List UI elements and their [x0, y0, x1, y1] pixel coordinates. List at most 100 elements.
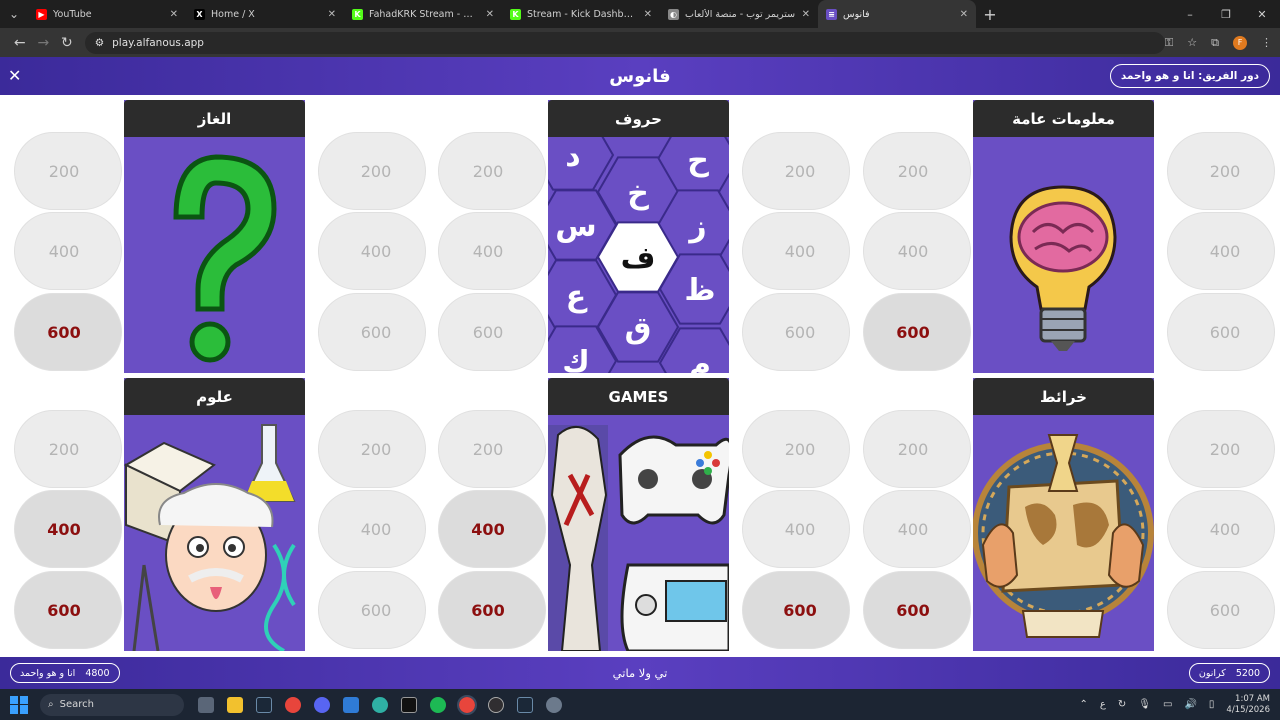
- tab-search-icon[interactable]: ⌄: [0, 0, 28, 28]
- question-left-400[interactable]: 400: [438, 212, 546, 290]
- url-field[interactable]: ⚙ play.alfanous.app: [84, 31, 1165, 54]
- steam-icon-2[interactable]: [517, 696, 533, 713]
- volume-icon[interactable]: 🔊: [1184, 699, 1196, 710]
- question-left-200[interactable]: 200: [863, 410, 971, 488]
- question-right-200[interactable]: 200: [1167, 410, 1275, 488]
- question-left-600[interactable]: 600: [438, 571, 546, 649]
- site-info-icon[interactable]: ⚙: [95, 37, 104, 49]
- reload-icon[interactable]: ↻: [55, 35, 79, 51]
- network-icon[interactable]: ▭: [1163, 699, 1172, 710]
- lightbulb-brain-icon: [973, 137, 1154, 373]
- back-icon[interactable]: ←: [8, 35, 32, 51]
- question-left-200[interactable]: 200: [14, 410, 122, 488]
- file-explorer-icon[interactable]: [227, 696, 243, 713]
- question-right-200[interactable]: 200: [742, 132, 850, 210]
- question-right-200[interactable]: 200: [1167, 132, 1275, 210]
- question-right-600[interactable]: 600: [1167, 571, 1275, 649]
- tab-close-icon[interactable]: ✕: [960, 9, 968, 20]
- obs-icon[interactable]: [488, 696, 504, 713]
- minimize-icon[interactable]: –: [1172, 8, 1208, 21]
- question-left-400[interactable]: 400: [14, 490, 122, 568]
- question-right-200[interactable]: 200: [318, 132, 426, 210]
- svg-text:ح: ح: [687, 143, 709, 178]
- menu-kebab-icon[interactable]: ⋮: [1261, 36, 1272, 49]
- question-left-200[interactable]: 200: [14, 132, 122, 210]
- question-right-400[interactable]: 400: [1167, 212, 1275, 290]
- question-left-400[interactable]: 400: [863, 490, 971, 568]
- chrome-icon[interactable]: [285, 696, 301, 713]
- microphone-icon[interactable]: 🎙: [1138, 699, 1151, 710]
- browser-tab[interactable]: ≡ فانوس ✕: [818, 0, 976, 28]
- question-right-200[interactable]: 200: [742, 410, 850, 488]
- vpn-icon[interactable]: [372, 696, 388, 713]
- browser-tab[interactable]: K FahadKRK Stream - Watch Live ✕: [344, 0, 502, 28]
- battery-icon[interactable]: ▯: [1209, 699, 1215, 710]
- question-left-400[interactable]: 400: [14, 212, 122, 290]
- tab-close-icon[interactable]: ✕: [486, 9, 494, 20]
- capcut-icon[interactable]: [401, 696, 417, 713]
- language-indicator[interactable]: ع: [1100, 699, 1106, 710]
- category-games: 200 400 600 200 400 600 GAMES: [438, 373, 850, 651]
- team-turn-badge: دور الفريق: انا و هو واحمد: [1109, 64, 1270, 88]
- question-left-200[interactable]: 200: [438, 132, 546, 210]
- discord-icon[interactable]: [314, 696, 330, 713]
- windows-start-icon[interactable]: [10, 695, 28, 714]
- close-window-icon[interactable]: ✕: [1244, 8, 1280, 21]
- extensions-icon[interactable]: ⧉: [1211, 36, 1219, 50]
- question-right-600[interactable]: 600: [742, 293, 850, 371]
- new-tab-button[interactable]: +: [976, 5, 1004, 24]
- question-right-400[interactable]: 400: [742, 212, 850, 290]
- question-left-600[interactable]: 600: [14, 293, 122, 371]
- browser-tab[interactable]: ▶ YouTube ✕: [28, 0, 186, 28]
- question-right-400[interactable]: 400: [318, 490, 426, 568]
- steam-icon[interactable]: [256, 696, 272, 713]
- question-left-600[interactable]: 600: [438, 293, 546, 371]
- question-right-400[interactable]: 400: [318, 212, 426, 290]
- taskbar-search[interactable]: ⌕ Search: [40, 693, 184, 716]
- question-left-600[interactable]: 600: [863, 571, 971, 649]
- question-right-600[interactable]: 600: [1167, 293, 1275, 371]
- question-right-600[interactable]: 600: [318, 293, 426, 371]
- question-left-200[interactable]: 200: [438, 410, 546, 488]
- question-right-400[interactable]: 400: [1167, 490, 1275, 568]
- close-game-icon[interactable]: ✕: [8, 66, 21, 85]
- restore-icon[interactable]: ❐: [1208, 8, 1244, 21]
- tab-favicon-icon: ◐: [668, 8, 679, 20]
- question-right-600[interactable]: 600: [318, 571, 426, 649]
- spotify-icon[interactable]: [430, 696, 446, 713]
- url-text: play.alfanous.app: [112, 36, 204, 49]
- browser-tab[interactable]: X Home / X ✕: [186, 0, 344, 28]
- tab-close-icon[interactable]: ✕: [644, 9, 652, 20]
- category-title: الغاز: [124, 100, 305, 137]
- bookmark-star-icon[interactable]: ☆: [1187, 36, 1197, 49]
- clock[interactable]: 1:07 AM 4/15/2026: [1226, 694, 1270, 716]
- browser-tab[interactable]: ◐ ستريمر توب - منصة الألعاب ✕: [660, 0, 818, 28]
- question-left-200[interactable]: 200: [863, 132, 971, 210]
- question-right-600[interactable]: 600: [742, 571, 850, 649]
- team-score-left: انا و هو واحمد 4800: [10, 663, 120, 683]
- footer-message: تي ولا ماتي: [612, 666, 668, 680]
- chevron-up-icon[interactable]: ⌃: [1080, 699, 1088, 710]
- tab-favicon-icon: K: [352, 8, 363, 20]
- question-left-400[interactable]: 400: [438, 490, 546, 568]
- svg-text:ف: ف: [621, 241, 656, 276]
- sync-icon[interactable]: ↻: [1118, 699, 1126, 710]
- tab-close-icon[interactable]: ✕: [170, 9, 178, 20]
- settings-icon[interactable]: [546, 696, 562, 713]
- question-right-200[interactable]: 200: [318, 410, 426, 488]
- question-right-400[interactable]: 400: [742, 490, 850, 568]
- mail-icon[interactable]: [343, 696, 359, 713]
- forward-icon[interactable]: →: [32, 35, 56, 51]
- tab-close-icon[interactable]: ✕: [802, 9, 810, 20]
- task-view-icon[interactable]: [198, 696, 214, 713]
- game-board: 200 400 600 200 400 600 الغاز 200 400 600 200 400…: [0, 95, 1280, 657]
- profile-avatar[interactable]: F: [1233, 35, 1247, 50]
- question-left-600[interactable]: 600: [863, 293, 971, 371]
- tab-close-icon[interactable]: ✕: [328, 9, 336, 20]
- chrome-active-icon[interactable]: [457, 694, 477, 715]
- password-key-icon[interactable]: ⚿: [1165, 36, 1173, 50]
- question-left-400[interactable]: 400: [863, 212, 971, 290]
- tab-title: فانوس: [843, 8, 870, 20]
- browser-tab[interactable]: K Stream - Kick Dashboard ✕: [502, 0, 660, 28]
- question-left-600[interactable]: 600: [14, 571, 122, 649]
